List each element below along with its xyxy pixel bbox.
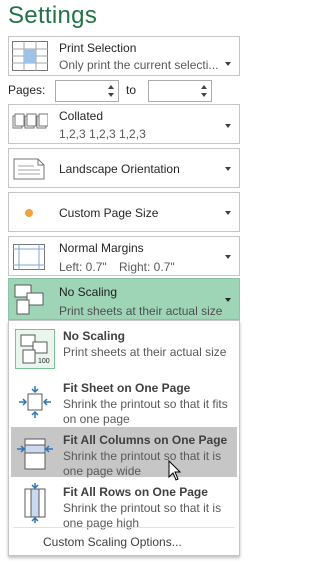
paper-size-dropdown[interactable]: Custom Page Size: [8, 192, 240, 232]
margins-right-value: Right: 0.7": [119, 260, 175, 274]
fit-rows-icon: [15, 483, 55, 528]
fit-columns-icon: [15, 437, 55, 476]
orientation-dropdown[interactable]: Landscape Orientation: [8, 148, 240, 188]
margins-label: Normal Margins: [59, 241, 144, 255]
pages-to-label: to: [126, 83, 137, 97]
print-selection-icon: [12, 41, 48, 76]
spin-down-icon[interactable]: [201, 93, 207, 97]
menu-item-desc: Print sheets at their actual size: [63, 345, 227, 359]
spin-down-icon[interactable]: [108, 93, 114, 97]
chevron-down-icon: [225, 62, 231, 66]
orientation-label: Landscape Orientation: [59, 162, 180, 176]
chevron-down-icon: [225, 167, 231, 171]
custom-size-icon: [12, 201, 46, 230]
no-scaling-icon: 100: [15, 329, 55, 374]
menu-item-no-scaling[interactable]: 100 No Scaling Print sheets at their act…: [11, 323, 237, 371]
print-what-dropdown[interactable]: Print Selection Only print the current s…: [8, 36, 240, 76]
pages-label: Pages:: [8, 83, 46, 97]
menu-item-desc: Shrink the printout so that it is one pa…: [63, 449, 222, 478]
no-scaling-icon: [13, 283, 47, 322]
paper-size-label: Custom Page Size: [59, 206, 159, 220]
chevron-down-icon: [225, 255, 231, 259]
spin-up-icon[interactable]: [201, 85, 207, 89]
menu-divider: [13, 527, 235, 528]
chevron-down-icon: [225, 298, 231, 302]
menu-item-fit-rows[interactable]: Fit All Rows on One Page Shrink the prin…: [11, 479, 237, 530]
collation-dropdown[interactable]: Collated 1,2,3 1,2,3 1,2,3: [8, 104, 240, 144]
menu-item-fit-columns[interactable]: Fit All Columns on One Page Shrink the p…: [11, 427, 237, 478]
print-settings-panel: Settings Print Selection Only print the …: [0, 0, 246, 564]
menu-item-title: No Scaling: [63, 329, 126, 343]
custom-scaling-options-link[interactable]: Custom Scaling Options...: [43, 535, 182, 549]
spin-up-icon[interactable]: [108, 85, 114, 89]
chevron-down-icon: [225, 211, 231, 215]
print-what-subtitle: Only print the current selecti...: [59, 58, 219, 72]
collation-subtitle: 1,2,3 1,2,3 1,2,3: [59, 127, 146, 141]
menu-item-title: Fit Sheet on One Page: [63, 381, 191, 395]
scaling-menu: 100 No Scaling Print sheets at their act…: [8, 320, 240, 556]
svg-text:100: 100: [38, 358, 50, 365]
menu-item-title: Fit All Columns on One Page: [63, 433, 228, 447]
pages-to-input[interactable]: [148, 80, 212, 102]
pages-from-input[interactable]: [55, 80, 119, 102]
mouse-cursor-icon: [168, 459, 182, 487]
landscape-icon: [12, 157, 46, 186]
margins-dropdown[interactable]: Normal Margins Left: 0.7" Right: 0.7": [8, 236, 240, 276]
collation-label: Collated: [59, 109, 104, 123]
menu-item-title: Fit All Rows on One Page: [63, 485, 208, 499]
menu-item-desc: Shrink the printout so that it fits on o…: [63, 397, 228, 426]
scaling-label: No Scaling: [59, 285, 118, 299]
margins-icon: [12, 243, 46, 276]
margins-left-value: Left: 0.7": [59, 260, 107, 274]
scaling-subtitle: Print sheets at their actual size: [59, 304, 223, 318]
settings-heading: Settings: [8, 2, 98, 29]
pages-row: Pages: to: [8, 80, 240, 102]
collated-icon: [12, 111, 49, 142]
fit-sheet-icon: [15, 385, 55, 424]
scaling-dropdown[interactable]: No Scaling Print sheets at their actual …: [8, 278, 240, 320]
print-what-label: Print Selection: [59, 41, 137, 55]
chevron-down-icon: [225, 124, 231, 128]
menu-item-fit-sheet[interactable]: Fit Sheet on One Page Shrink the printou…: [11, 375, 237, 426]
